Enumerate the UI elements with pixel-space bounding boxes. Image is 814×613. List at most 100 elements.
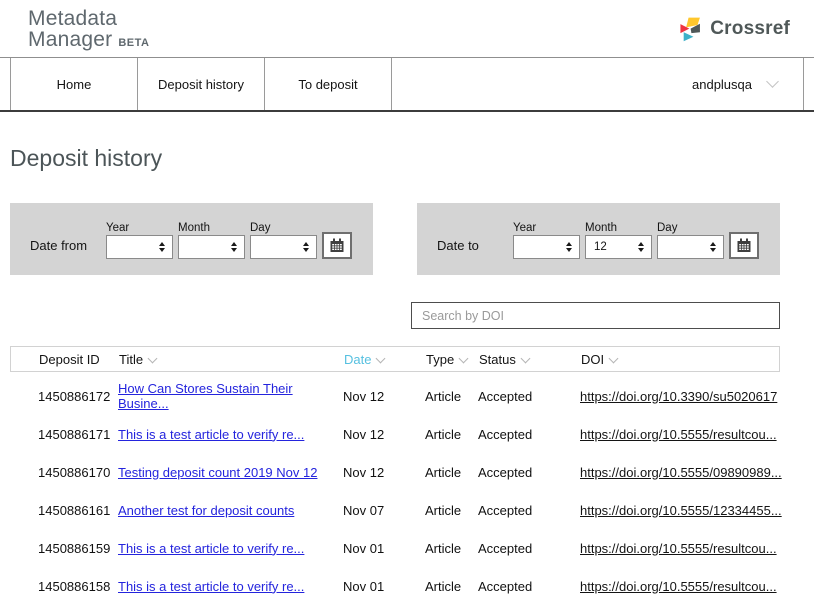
table-row: 1450886170 Testing deposit count 2019 No… [10,453,780,491]
cell-status: Accepted [478,579,580,594]
date-from-year-select[interactable] [106,235,173,259]
date-to-day-select[interactable] [657,235,724,259]
day-label: Day [250,222,317,234]
sort-chevron-icon [459,353,469,363]
main-nav: Home Deposit history To deposit andplusq… [0,57,814,112]
column-header-title[interactable]: Title [119,352,344,367]
app-logo-line2: Manager [28,28,112,51]
date-to-calendar-button[interactable] [729,232,759,259]
date-filters: Date from Year Month D [10,203,804,275]
year-label: Year [106,222,173,234]
nav-tab-to-deposit[interactable]: To deposit [265,58,392,110]
sort-chevron-icon [376,353,386,363]
title-link[interactable]: Another test for deposit counts [118,503,294,518]
doi-search-input[interactable] [411,302,780,329]
cell-status: Accepted [478,389,580,404]
cell-deposit-id: 1450886172 [38,389,118,404]
cell-date: Nov 12 [343,465,425,480]
calendar-icon [736,238,752,254]
sort-chevron-icon [609,353,619,363]
table-row: 1450886171 This is a test article to ver… [10,415,780,453]
cell-type: Article [425,541,478,556]
cell-type: Article [425,579,478,594]
table-body: 1450886172 How Can Stores Sustain Their … [10,372,780,605]
date-from-month-select[interactable] [178,235,245,259]
cell-type: Article [425,503,478,518]
date-from-filter: Date from Year Month D [10,203,373,275]
date-to-filter: Date to Year Month 12 D [417,203,780,275]
cell-type: Article [425,427,478,442]
select-stepper-icon [710,242,716,252]
select-stepper-icon [159,242,165,252]
table-row: 1450886161 Another test for deposit coun… [10,491,780,529]
month-label: Month [585,222,652,234]
cell-deposit-id: 1450886158 [38,579,118,594]
table-row: 1450886158 This is a test article to ver… [10,567,780,605]
date-to-month-select[interactable]: 12 [585,235,652,259]
select-stepper-icon [566,242,572,252]
cell-date: Nov 07 [343,503,425,518]
doi-link[interactable]: https://doi.org/10.5555/resultcou... [580,541,777,556]
deposit-table: Deposit ID Title Date Type Status DOI 14… [10,346,780,605]
date-to-label: Date to [437,226,513,253]
main-content: Deposit history Date from Year Month [0,145,814,605]
beta-badge: BETA [118,37,149,49]
column-header-type[interactable]: Type [426,352,479,367]
cell-deposit-id: 1450886170 [38,465,118,480]
crossref-wordmark: Crossref [710,18,790,40]
sort-chevron-icon [520,353,530,363]
date-to-month-value: 12 [594,241,607,253]
cell-deposit-id: 1450886161 [38,503,118,518]
year-label: Year [513,222,580,234]
doi-link[interactable]: https://doi.org/10.3390/su5020617 [580,389,777,404]
chevron-down-icon [766,75,779,88]
select-stepper-icon [303,242,309,252]
cell-status: Accepted [478,465,580,480]
crossref-logo: Crossref [678,14,790,44]
app-logo: Metadata Manager BETA [28,8,149,54]
cell-type: Article [425,465,478,480]
column-header-date[interactable]: Date [344,352,426,367]
column-header-doi[interactable]: DOI [581,352,779,367]
crossref-icon [678,14,704,44]
select-stepper-icon [231,242,237,252]
cell-date: Nov 01 [343,579,425,594]
nav-tab-home[interactable]: Home [11,58,138,110]
title-link[interactable]: Testing deposit count 2019 Nov 12 [118,465,317,480]
doi-link[interactable]: https://doi.org/10.5555/12334455... [580,503,782,518]
calendar-icon [329,238,345,254]
table-row: 1450886159 This is a test article to ver… [10,529,780,567]
title-link[interactable]: This is a test article to verify re... [118,427,304,442]
title-link[interactable]: This is a test article to verify re... [118,541,304,556]
cell-date: Nov 12 [343,389,425,404]
cell-type: Article [425,389,478,404]
column-header-deposit-id: Deposit ID [39,352,119,367]
doi-link[interactable]: https://doi.org/10.5555/resultcou... [580,427,777,442]
user-menu[interactable]: andplusqa [392,58,804,110]
page-title: Deposit history [10,145,804,172]
cell-date: Nov 12 [343,427,425,442]
cell-status: Accepted [478,427,580,442]
app-header: Metadata Manager BETA Crossref [0,0,814,57]
doi-link[interactable]: https://doi.org/10.5555/09890989... [580,465,782,480]
column-header-status[interactable]: Status [479,352,581,367]
nav-tab-deposit-history[interactable]: Deposit history [138,58,265,110]
date-to-year-select[interactable] [513,235,580,259]
date-from-day-select[interactable] [250,235,317,259]
cell-status: Accepted [478,503,580,518]
month-label: Month [178,222,245,234]
doi-link[interactable]: https://doi.org/10.5555/resultcou... [580,579,777,594]
table-header: Deposit ID Title Date Type Status DOI [10,346,780,372]
cell-deposit-id: 1450886171 [38,427,118,442]
title-link[interactable]: How Can Stores Sustain Their Busine... [118,381,293,411]
username: andplusqa [692,77,752,92]
table-row: 1450886172 How Can Stores Sustain Their … [10,377,780,415]
day-label: Day [657,222,724,234]
cell-deposit-id: 1450886159 [38,541,118,556]
cell-status: Accepted [478,541,580,556]
date-from-label: Date from [30,226,106,253]
cell-date: Nov 01 [343,541,425,556]
title-link[interactable]: This is a test article to verify re... [118,579,304,594]
date-from-calendar-button[interactable] [322,232,352,259]
select-stepper-icon [638,242,644,252]
